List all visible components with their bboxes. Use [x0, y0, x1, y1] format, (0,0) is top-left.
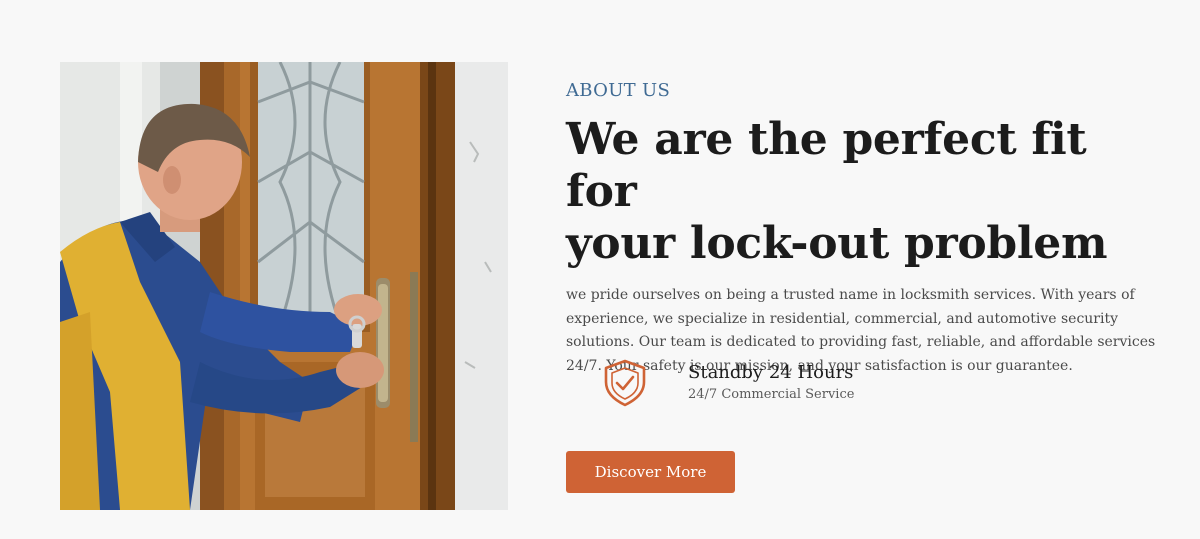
- headline-line-2: your lock-out problem: [566, 218, 1108, 269]
- feature-title: Standby 24 Hours: [688, 362, 854, 383]
- section-eyebrow: ABOUT US: [566, 80, 671, 101]
- feature-subtitle: 24/7 Commercial Service: [688, 387, 855, 402]
- headline-line-1: We are the perfect fit for: [566, 114, 1087, 217]
- locksmith-photo: [60, 62, 508, 510]
- feature-text: Standby 24 Hours 24/7 Commercial Service: [688, 361, 854, 405]
- feature-standby: Standby 24 Hours 24/7 Commercial Service: [602, 358, 854, 408]
- discover-more-button[interactable]: Discover More: [566, 451, 735, 493]
- shield-check-icon: [604, 359, 646, 407]
- about-section: ABOUT US We are the perfect fit for your…: [566, 78, 1166, 493]
- section-headline: We are the perfect fit for your lock-out…: [566, 114, 1166, 270]
